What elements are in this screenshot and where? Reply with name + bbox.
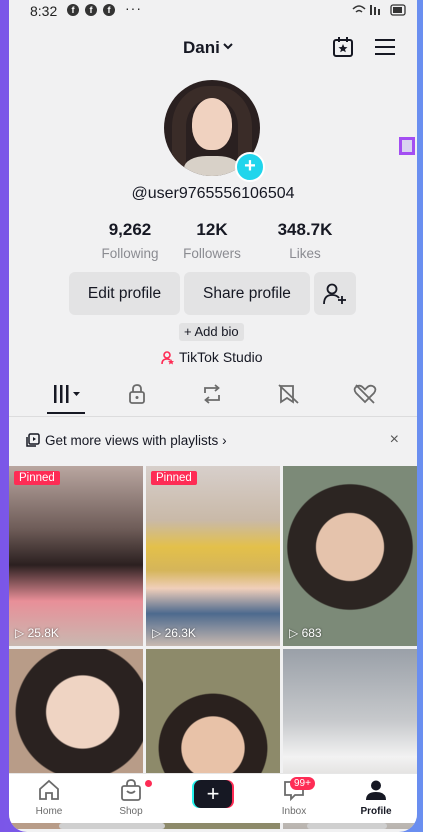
gesture-bar [307, 823, 387, 829]
profile-stats: 9,262 Following 12K Followers 348.7K Lik… [9, 220, 417, 264]
view-count: ▷ 683 [289, 626, 322, 640]
nav-profile[interactable]: Profile [346, 779, 406, 817]
profile-content-tabs [9, 372, 417, 417]
view-count: ▷ 25.8K [15, 626, 59, 640]
playlist-icon [26, 433, 40, 447]
tab-private-lock-icon[interactable] [128, 384, 146, 404]
shop-bag-icon [121, 779, 141, 801]
account-switcher-title[interactable]: Dani [183, 38, 220, 58]
stat-value: 348.7K [277, 220, 333, 239]
banner-text: Get more views with playlists › [45, 433, 227, 448]
floating-overlay-handle[interactable] [399, 137, 415, 155]
active-tab-indicator [47, 412, 85, 414]
shop-notification-dot [145, 780, 152, 787]
tab-favorites-hidden-icon[interactable] [278, 384, 300, 404]
profile-person-icon [366, 780, 386, 800]
avatar-face [192, 98, 232, 150]
profile-header: Dani [9, 30, 417, 64]
nav-label: Inbox [281, 806, 307, 817]
video-thumbnail[interactable]: Pinned ▷ 25.8K [9, 466, 143, 646]
video-thumbnail[interactable]: Pinned ▷ 26.3K [146, 466, 280, 646]
status-time: 8:32 [30, 3, 58, 19]
stat-value: 12K [196, 220, 228, 239]
stat-followers[interactable]: 12K Followers [162, 220, 262, 261]
nav-shop[interactable]: Shop [101, 779, 161, 817]
edit-profile-button[interactable]: Edit profile [69, 272, 180, 315]
home-icon [39, 779, 59, 800]
facebook-icon: f [67, 4, 79, 16]
add-bio-button[interactable]: + Add bio [179, 323, 244, 341]
facebook-icon: f [103, 4, 115, 16]
pinned-badge: Pinned [14, 471, 60, 485]
calendar-star-icon[interactable] [332, 36, 354, 58]
stat-likes[interactable]: 348.7K Likes [255, 220, 355, 261]
add-person-icon [323, 283, 346, 305]
add-friends-button[interactable] [314, 272, 356, 315]
signal-battery-icon [352, 4, 406, 16]
close-icon[interactable]: × [390, 431, 399, 449]
stat-label: Followers [183, 246, 241, 261]
video-thumbnail[interactable]: ▷ 683 [283, 466, 417, 646]
studio-label: TikTok Studio [179, 349, 263, 365]
bottom-navigation: Home Shop + Inbox 99+ Profile [9, 773, 417, 823]
phone-screen: 8:32 f f f ··· Dani + @user9765556106504… [9, 0, 417, 832]
inbox-badge: 99+ [290, 777, 315, 790]
nav-label: Home [35, 806, 63, 817]
more-notifications-icon: ··· [125, 0, 142, 16]
create-button[interactable]: + [192, 780, 234, 808]
menu-icon[interactable] [375, 39, 395, 55]
studio-person-icon [161, 351, 174, 365]
avatar-shirt [184, 156, 240, 176]
nav-label: Shop [119, 806, 143, 817]
stat-label: Likes [289, 246, 321, 261]
share-profile-button[interactable]: Share profile [184, 272, 310, 315]
tab-reposts-icon[interactable] [201, 384, 223, 404]
view-count: ▷ 26.3K [152, 626, 196, 640]
nav-home[interactable]: Home [19, 779, 79, 817]
status-bar: 8:32 f f f ··· [9, 0, 417, 22]
chevron-down-icon[interactable] [222, 40, 234, 52]
pinned-badge: Pinned [151, 471, 197, 485]
playlist-promo-banner[interactable]: Get more views with playlists › × [9, 418, 417, 464]
plus-icon: + [194, 780, 232, 808]
profile-handle: @user9765556106504 [131, 185, 295, 202]
tab-videos-grid-icon[interactable] [53, 384, 81, 404]
gesture-bar [59, 823, 165, 829]
add-avatar-plus-icon[interactable]: + [235, 152, 265, 182]
nav-label: Profile [360, 806, 392, 817]
tab-liked-hidden-icon[interactable] [353, 384, 377, 404]
facebook-icon: f [85, 4, 97, 16]
tiktok-studio-link[interactable]: TikTok Studio [161, 349, 263, 365]
